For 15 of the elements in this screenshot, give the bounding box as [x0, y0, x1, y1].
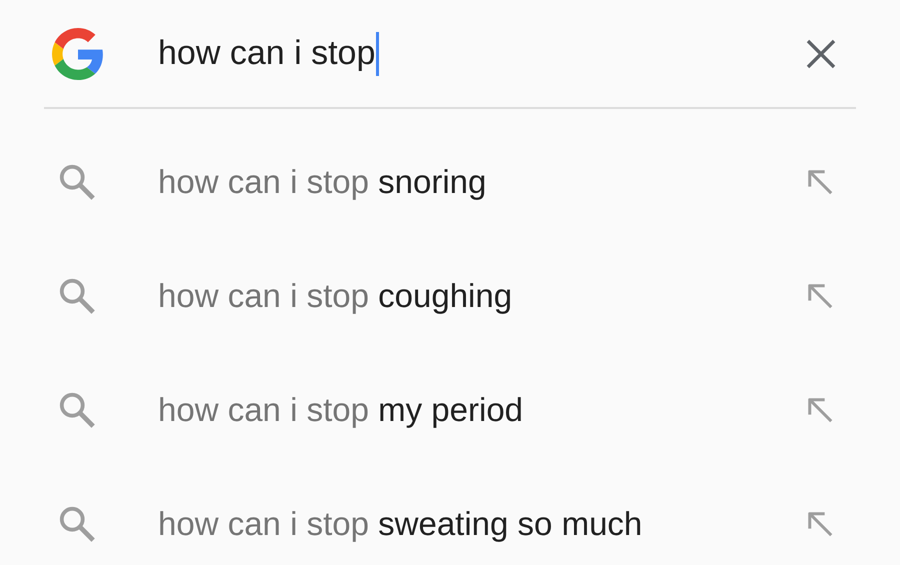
arrow-icon[interactable] [806, 282, 834, 310]
suggestion-item[interactable]: how can i stop coughing [158, 277, 806, 315]
search-icon [58, 163, 96, 201]
arrow-icon[interactable] [806, 396, 834, 424]
arrow-icon[interactable] [806, 510, 834, 538]
search-icon [58, 505, 96, 543]
suggestion-item[interactable]: how can i stop snoring [158, 163, 806, 201]
search-icon [58, 277, 96, 315]
close-icon[interactable] [806, 38, 836, 68]
search-icon [58, 391, 96, 429]
arrow-icon[interactable] [806, 168, 834, 196]
search-field[interactable]: how can i stop [158, 32, 806, 76]
logo-icon [52, 28, 104, 80]
suggestion-item[interactable]: how can i stop sweating so much [158, 505, 806, 543]
suggestion-item[interactable]: how can i stop my period [158, 391, 806, 429]
